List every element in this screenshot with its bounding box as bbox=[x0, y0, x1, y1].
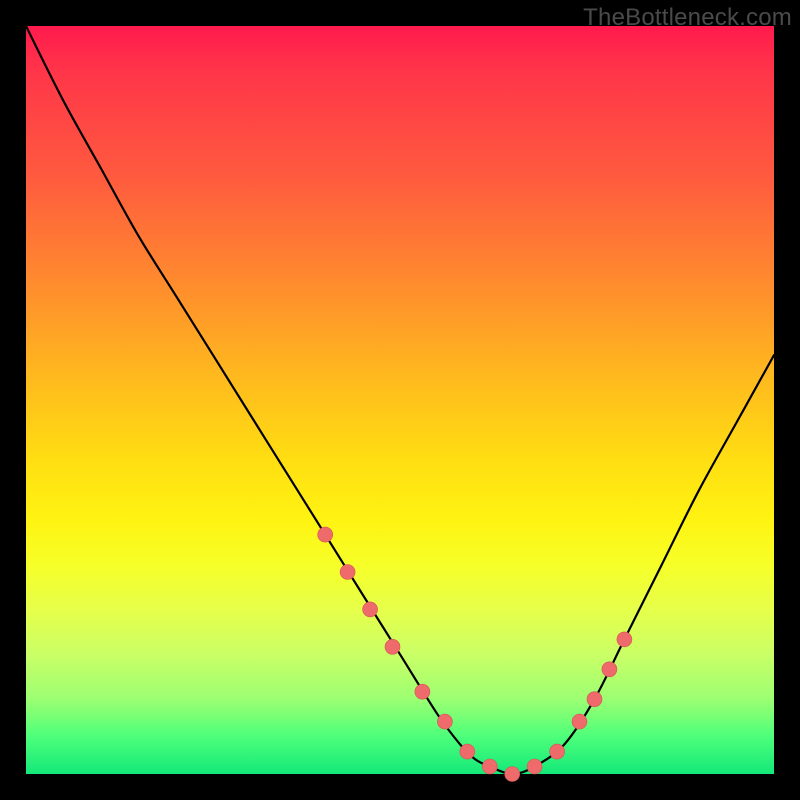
chart-frame: TheBottleneck.com bbox=[0, 0, 800, 800]
marker-dot bbox=[617, 632, 632, 647]
marker-dot bbox=[437, 714, 452, 729]
marker-dot bbox=[482, 759, 497, 774]
marker-dot bbox=[363, 602, 378, 617]
marker-dot bbox=[415, 684, 430, 699]
plot-area bbox=[26, 26, 774, 774]
marker-dot bbox=[460, 744, 475, 759]
marker-dot bbox=[572, 714, 587, 729]
marker-dot bbox=[527, 759, 542, 774]
marker-dot bbox=[505, 767, 520, 782]
marker-dot bbox=[550, 744, 565, 759]
highlight-markers bbox=[318, 527, 632, 781]
marker-dot bbox=[340, 565, 355, 580]
marker-dot bbox=[587, 692, 602, 707]
curve-svg bbox=[26, 26, 774, 774]
marker-dot bbox=[385, 639, 400, 654]
marker-dot bbox=[318, 527, 333, 542]
marker-dot bbox=[602, 662, 617, 677]
bottleneck-curve bbox=[26, 26, 774, 774]
